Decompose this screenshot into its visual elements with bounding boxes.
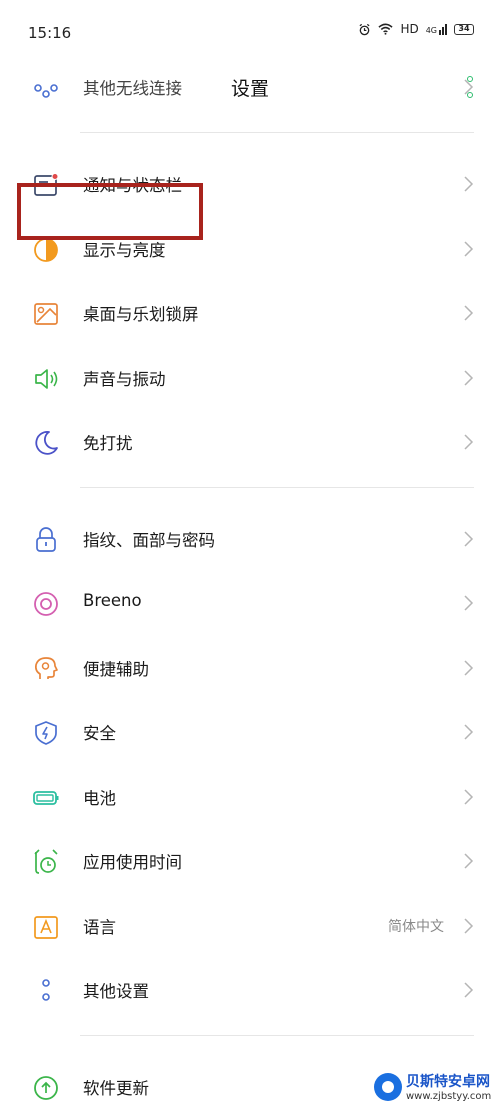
share-nodes-icon	[34, 84, 58, 98]
group-divider	[0, 475, 500, 507]
settings-item-do-not-disturb[interactable]: 免打扰	[0, 410, 500, 475]
settings-item-breeno[interactable]: Breeno	[0, 571, 500, 636]
signal-label: 4G	[425, 25, 437, 35]
assist-icon	[34, 656, 58, 679]
moon-icon	[35, 431, 58, 455]
language-icon	[34, 915, 58, 939]
chevron-right-icon	[464, 917, 474, 934]
settings-item-wallpaper[interactable]: 桌面与乐划锁屏	[0, 281, 500, 346]
settings-item-security-password[interactable]: 指纹、面部与密码	[0, 507, 500, 572]
chevron-right-icon	[464, 530, 474, 547]
chevron-right-icon	[464, 982, 474, 998]
group-divider	[0, 120, 500, 152]
watermark: 贝斯特安卓网 www.zjbstyy.com	[370, 1069, 500, 1111]
settings-item-language[interactable]: 语言 简体中文	[0, 894, 500, 959]
chevron-right-icon	[464, 788, 474, 805]
status-time: 15:16	[28, 24, 72, 42]
lock-icon	[36, 526, 56, 552]
chevron-right-icon	[464, 434, 474, 450]
battery-level: 34	[454, 23, 474, 35]
chevron-right-icon	[464, 176, 474, 192]
settings-item-other-wireless[interactable]: 其他无线连接	[0, 55, 500, 120]
settings-item-label: 安全	[83, 724, 116, 743]
settings-item-label: 电池	[83, 788, 116, 808]
settings-item-label: 语言	[83, 917, 116, 937]
settings-item-label: Breeno	[83, 591, 142, 610]
wifi-icon	[378, 23, 393, 35]
signal-icon: 4G	[425, 23, 447, 35]
settings-item-label: 指纹、面部与密码	[83, 530, 215, 550]
chevron-right-icon	[464, 369, 474, 386]
chevron-right-icon	[464, 724, 474, 740]
chevron-right-icon	[464, 595, 474, 611]
watermark-logo-icon	[374, 1073, 402, 1101]
status-icons: HD 4G 34	[358, 22, 474, 36]
chevron-right-icon	[464, 305, 474, 321]
update-icon	[34, 1075, 58, 1100]
settings-item-battery[interactable]: 电池	[0, 765, 500, 830]
watermark-name: 贝斯特安卓网	[406, 1074, 490, 1090]
battery-icon	[33, 790, 59, 805]
settings-item-label: 声音与振动	[83, 369, 166, 389]
settings-item-value: 简体中文	[388, 918, 444, 935]
settings-item-sound[interactable]: 声音与振动	[0, 346, 500, 411]
watermark-url: www.zjbstyy.com	[406, 1091, 492, 1102]
group-divider	[0, 1023, 500, 1055]
chevron-right-icon	[464, 79, 474, 95]
settings-item-label: 免打扰	[83, 434, 133, 453]
chevron-right-icon	[464, 240, 474, 257]
settings-item-label: 其他设置	[83, 982, 149, 1001]
chevron-right-icon	[464, 853, 474, 869]
more-settings-icon	[42, 979, 50, 1001]
settings-item-label: 便捷辅助	[83, 659, 149, 679]
network-hd-label: HD	[400, 22, 419, 36]
settings-item-label: 软件更新	[83, 1078, 149, 1098]
settings-item-app-usage[interactable]: 应用使用时间	[0, 829, 500, 894]
settings-item-label: 桌面与乐划锁屏	[83, 305, 199, 324]
shield-icon	[35, 721, 57, 745]
settings-item-assist[interactable]: 便捷辅助	[0, 636, 500, 701]
settings-item-safety[interactable]: 安全	[0, 700, 500, 765]
speaker-icon	[35, 368, 58, 389]
wallpaper-icon	[34, 303, 58, 325]
settings-item-label: 其他无线连接	[83, 79, 182, 98]
chevron-right-icon	[464, 659, 474, 676]
settings-item-label: 显示与亮度	[83, 240, 166, 260]
alarm-icon	[359, 23, 370, 35]
breeno-icon	[34, 592, 58, 616]
settings-item-other-settings[interactable]: 其他设置	[0, 958, 500, 1023]
highlight-frame	[17, 183, 203, 240]
clock-icon	[34, 849, 58, 874]
settings-item-label: 应用使用时间	[83, 853, 182, 872]
